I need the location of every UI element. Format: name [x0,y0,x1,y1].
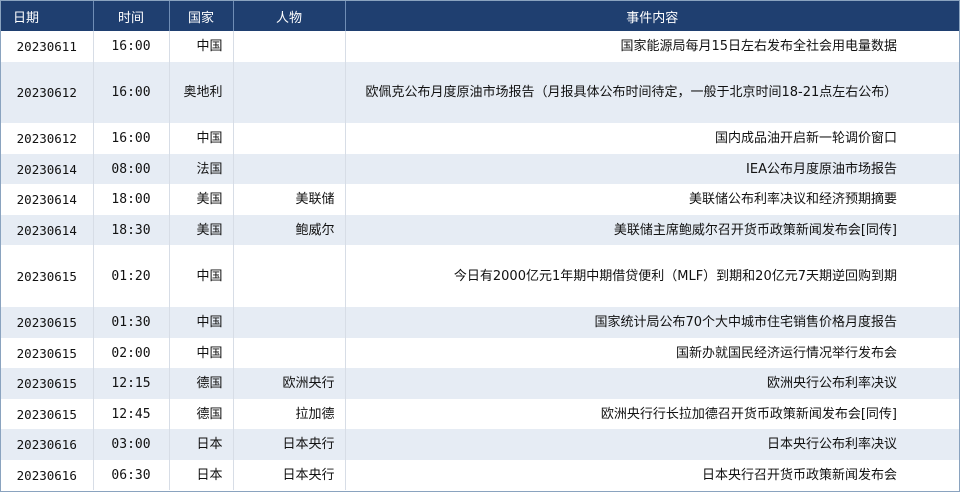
date-cell: 20230616 [1,429,93,460]
economic-calendar-table: 日期 时间 国家 人物 事件内容 20230611 16:00 中国 国家能源局… [1,1,959,490]
event-cell: 今日有2000亿元1年期中期借贷便利（MLF）到期和20亿元7天期逆回购到期 [344,245,959,307]
country-cell: 美国 [168,184,233,215]
time-cell: 16:00 [92,31,169,62]
person-cell [232,338,345,368]
person-cell: 日本央行 [232,460,345,490]
economic-calendar-frame: 日期 时间 国家 人物 事件内容 20230611 16:00 中国 国家能源局… [0,0,960,492]
event-cell: 国新办就国民经济运行情况举行发布会 [344,338,959,368]
country-cell: 日本 [168,460,233,490]
table-row: 20230614 18:00 美国 美联储 美联储公布利率决议和经济预期摘要 [1,184,959,215]
table-row: 20230616 06:30 日本 日本央行 日本央行召开货币政策新闻发布会 [1,460,959,490]
header-event[interactable]: 事件内容 [344,1,959,31]
person-cell: 日本央行 [232,429,345,460]
table-row: 20230615 12:15 德国 欧洲央行 欧洲央行公布利率决议 [1,368,959,399]
table-row: 20230612 16:00 奥地利 欧佩克公布月度原油市场报告（月报具体公布时… [1,62,959,123]
event-cell: 日本央行公布利率决议 [344,429,959,460]
date-cell: 20230616 [1,460,93,490]
date-cell: 20230612 [1,123,93,154]
person-cell [232,245,345,307]
table-row: 20230614 18:30 美国 鲍威尔 美联储主席鲍威尔召开货币政策新闻发布… [1,215,959,245]
country-cell: 美国 [168,215,233,245]
date-cell: 20230615 [1,245,93,307]
country-cell: 法国 [168,154,233,184]
date-cell: 20230612 [1,62,93,123]
time-cell: 12:45 [92,399,169,429]
country-cell: 中国 [168,307,233,338]
event-cell: 国内成品油开启新一轮调价窗口 [344,123,959,154]
person-cell [232,123,345,154]
time-cell: 18:00 [92,184,169,215]
person-cell: 欧洲央行 [232,368,345,399]
table-body: 20230611 16:00 中国 国家能源局每月15日左右发布全社会用电量数据… [1,31,959,490]
time-cell: 06:30 [92,460,169,490]
table-row: 20230615 01:30 中国 国家统计局公布70个大中城市住宅销售价格月度… [1,307,959,338]
time-cell: 16:00 [92,62,169,123]
date-cell: 20230615 [1,399,93,429]
person-cell [232,307,345,338]
date-cell: 20230614 [1,154,93,184]
person-cell: 美联储 [232,184,345,215]
person-cell: 拉加德 [232,399,345,429]
event-cell: 美联储公布利率决议和经济预期摘要 [344,184,959,215]
date-cell: 20230615 [1,307,93,338]
country-cell: 中国 [168,31,233,62]
time-cell: 02:00 [92,338,169,368]
person-cell [232,31,345,62]
table-row: 20230611 16:00 中国 国家能源局每月15日左右发布全社会用电量数据 [1,31,959,62]
time-cell: 16:00 [92,123,169,154]
time-cell: 03:00 [92,429,169,460]
header-time[interactable]: 时间 [92,1,169,31]
country-cell: 中国 [168,123,233,154]
event-cell: 欧洲央行行长拉加德召开货币政策新闻发布会[同传] [344,399,959,429]
country-cell: 奥地利 [168,62,233,123]
table-row: 20230614 08:00 法国 IEA公布月度原油市场报告 [1,154,959,184]
person-cell [232,154,345,184]
country-cell: 中国 [168,338,233,368]
event-cell: 欧佩克公布月度原油市场报告（月报具体公布时间待定，一般于北京时间18-21点左右… [344,62,959,123]
country-cell: 德国 [168,368,233,399]
table-row: 20230615 12:45 德国 拉加德 欧洲央行行长拉加德召开货币政策新闻发… [1,399,959,429]
table-row: 20230615 01:20 中国 今日有2000亿元1年期中期借贷便利（MLF… [1,245,959,307]
date-cell: 20230614 [1,215,93,245]
date-cell: 20230615 [1,368,93,399]
event-cell: 日本央行召开货币政策新闻发布会 [344,460,959,490]
table-header: 日期 时间 国家 人物 事件内容 [1,1,959,31]
time-cell: 12:15 [92,368,169,399]
country-cell: 德国 [168,399,233,429]
header-row: 日期 时间 国家 人物 事件内容 [1,1,959,31]
table-row: 20230615 02:00 中国 国新办就国民经济运行情况举行发布会 [1,338,959,368]
table-row: 20230612 16:00 中国 国内成品油开启新一轮调价窗口 [1,123,959,154]
event-cell: 国家统计局公布70个大中城市住宅销售价格月度报告 [344,307,959,338]
person-cell: 鲍威尔 [232,215,345,245]
date-cell: 20230615 [1,338,93,368]
table-row: 20230616 03:00 日本 日本央行 日本央行公布利率决议 [1,429,959,460]
event-cell: 国家能源局每月15日左右发布全社会用电量数据 [344,31,959,62]
event-cell: 美联储主席鲍威尔召开货币政策新闻发布会[同传] [344,215,959,245]
header-date[interactable]: 日期 [1,1,93,31]
country-cell: 日本 [168,429,233,460]
date-cell: 20230614 [1,184,93,215]
time-cell: 08:00 [92,154,169,184]
time-cell: 01:20 [92,245,169,307]
country-cell: 中国 [168,245,233,307]
time-cell: 18:30 [92,215,169,245]
event-cell: IEA公布月度原油市场报告 [344,154,959,184]
event-cell: 欧洲央行公布利率决议 [344,368,959,399]
person-cell [232,62,345,123]
header-person[interactable]: 人物 [232,1,345,31]
header-country[interactable]: 国家 [168,1,233,31]
date-cell: 20230611 [1,31,93,62]
time-cell: 01:30 [92,307,169,338]
